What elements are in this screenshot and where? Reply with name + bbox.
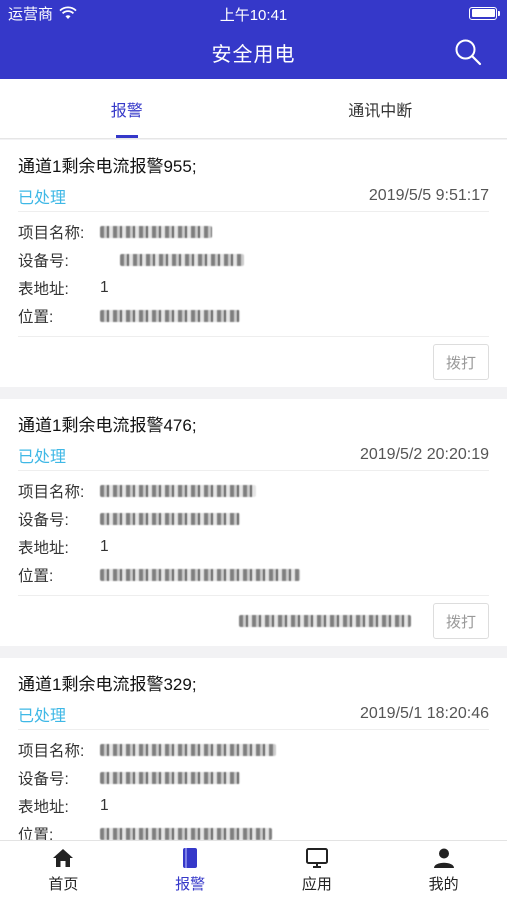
nav-bar: 安全用电 xyxy=(0,26,507,79)
search-icon[interactable] xyxy=(453,37,483,67)
device-value-redacted xyxy=(120,254,244,266)
alarm-time: 2019/5/2 20:20:19 xyxy=(359,445,489,463)
page-title: 安全用电 xyxy=(211,44,296,66)
dial-button[interactable]: 拨打 xyxy=(433,603,489,639)
device-label: 设备号: xyxy=(18,253,69,270)
bottom-nav-alarm[interactable]: 报警 xyxy=(127,841,254,900)
user-icon xyxy=(433,848,454,868)
bottom-nav-profile[interactable]: 我的 xyxy=(380,841,507,900)
clock: 上午10:41 xyxy=(219,7,288,24)
bottom-nav-apps[interactable]: 应用 xyxy=(254,841,381,900)
tab-alarm[interactable]: 报警 xyxy=(0,79,254,138)
location-value-redacted xyxy=(100,310,240,322)
location-value-redacted xyxy=(100,828,272,840)
device-label: 设备号: xyxy=(18,512,69,529)
alarm-title: 通道1剩余电流报警955; xyxy=(18,157,197,176)
alarm-title: 通道1剩余电流报警329; xyxy=(18,675,197,694)
location-label: 位置: xyxy=(18,568,54,585)
meter-value: 1 xyxy=(100,279,109,296)
alarm-card[interactable]: 通道1剩余电流报警329; 已处理 2019/5/1 18:20:46 项目名称… xyxy=(0,658,507,840)
bottom-nav-label: 首页 xyxy=(48,876,79,893)
top-bar: 运营商 上午10:41 安全用电 xyxy=(0,0,507,79)
project-label: 项目名称: xyxy=(18,484,85,501)
project-label: 项目名称: xyxy=(18,225,85,242)
bottom-nav-label: 报警 xyxy=(175,876,206,893)
battery-icon xyxy=(469,6,500,20)
alarm-time: 2019/5/1 18:20:46 xyxy=(359,704,489,722)
dial-button[interactable]: 拨打 xyxy=(433,344,489,380)
alarm-card[interactable]: 通道1剩余电流报警476; 已处理 2019/5/2 20:20:19 项目名称… xyxy=(0,399,507,646)
alarm-time: 2019/5/5 9:51:17 xyxy=(368,186,489,204)
tab-communication-interrupt[interactable]: 通讯中断 xyxy=(254,79,507,138)
device-value-redacted xyxy=(100,513,240,525)
meter-label: 表地址: xyxy=(18,540,69,557)
project-value-redacted xyxy=(100,485,256,497)
tab-bar: 报警 通讯中断 xyxy=(0,79,507,139)
meter-label: 表地址: xyxy=(18,799,69,816)
meter-value: 1 xyxy=(100,538,109,555)
bottom-nav-label: 我的 xyxy=(428,876,459,893)
bottom-nav-home[interactable]: 首页 xyxy=(0,841,127,900)
home-icon xyxy=(53,849,74,867)
device-label: 设备号: xyxy=(18,771,69,788)
project-label: 项目名称: xyxy=(18,743,85,760)
location-value-redacted xyxy=(100,569,300,581)
bottom-nav: 首页 报警 应用 我的 xyxy=(0,840,507,900)
alarm-state: 已处理 xyxy=(18,707,67,725)
bottom-nav-label: 应用 xyxy=(301,876,332,893)
alarm-card[interactable]: 通道1剩余电流报警955; 已处理 2019/5/5 9:51:17 项目名称:… xyxy=(0,140,507,387)
project-value-redacted xyxy=(100,226,212,238)
project-value-redacted xyxy=(100,744,276,756)
status-bar: 运营商 上午10:41 xyxy=(0,0,507,26)
alarm-title: 通道1剩余电流报警476; xyxy=(18,416,197,435)
alarm-list[interactable]: 通道1剩余电流报警955; 已处理 2019/5/5 9:51:17 项目名称:… xyxy=(0,140,507,840)
book-icon xyxy=(183,848,198,868)
location-label: 位置: xyxy=(18,827,54,840)
device-value-redacted xyxy=(100,772,240,784)
phone-value-redacted xyxy=(239,615,411,627)
monitor-icon xyxy=(305,848,328,868)
alarm-state: 已处理 xyxy=(18,448,67,466)
location-label: 位置: xyxy=(18,309,54,326)
alarm-state: 已处理 xyxy=(18,189,67,207)
meter-label: 表地址: xyxy=(18,281,69,298)
meter-value: 1 xyxy=(100,797,109,814)
